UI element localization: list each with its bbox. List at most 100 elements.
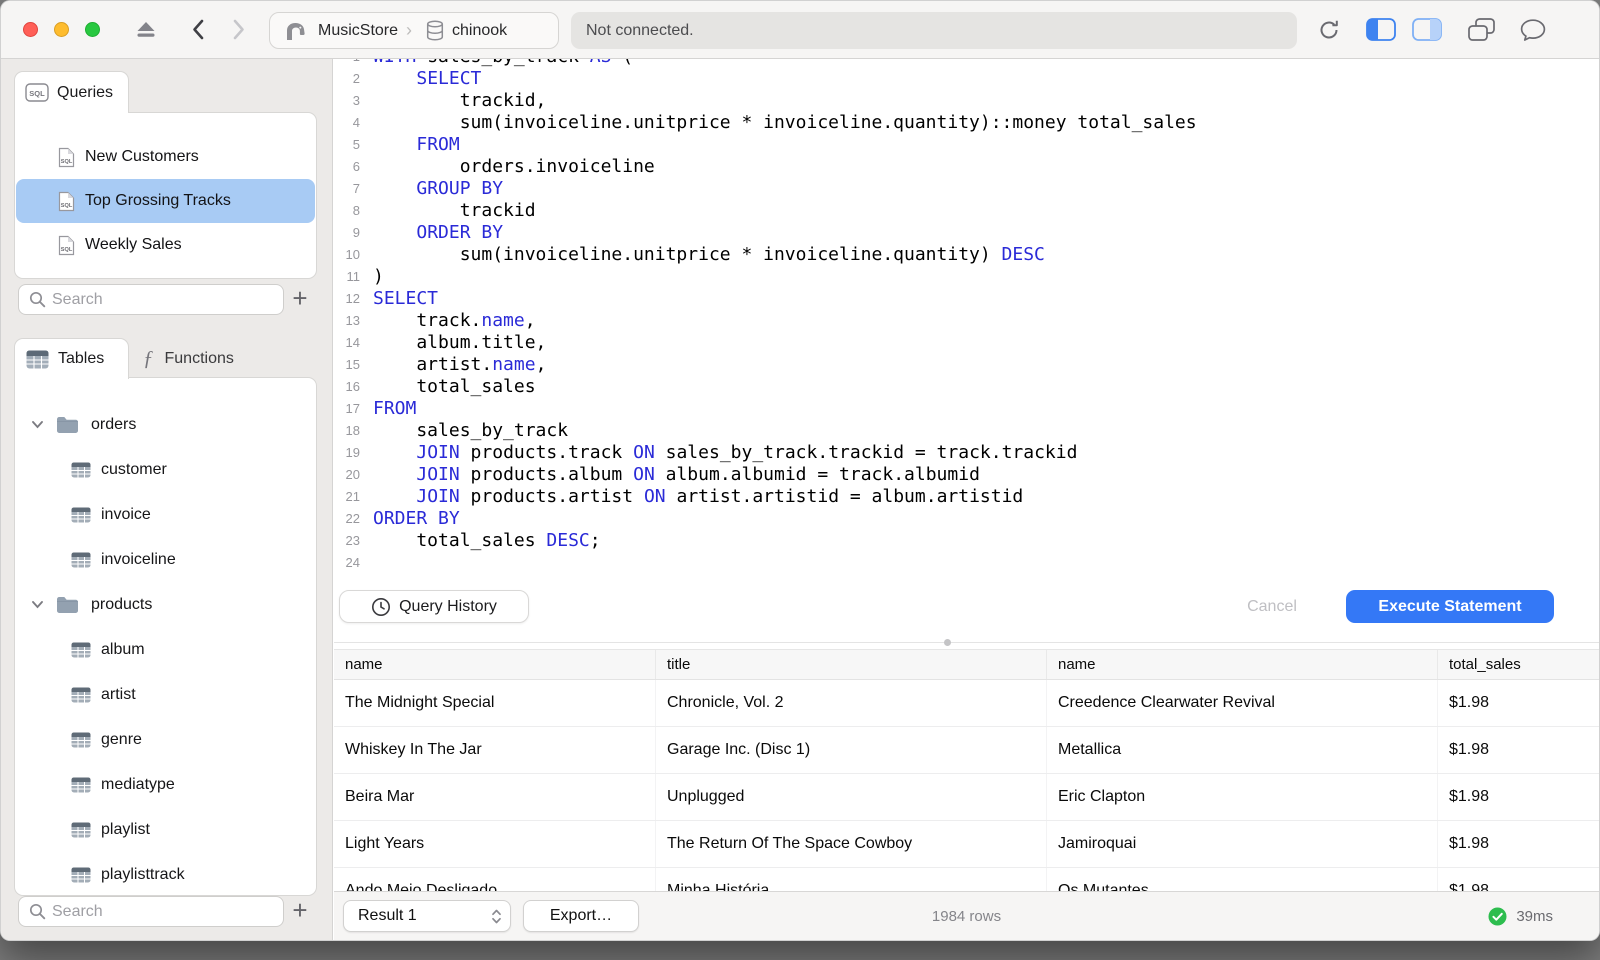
table-row[interactable]: The Midnight Special Chronicle, Vol. 2 Cre…: [334, 680, 1599, 727]
code-line: 23 total_sales DESC;: [334, 530, 1599, 552]
close-button[interactable]: [23, 22, 38, 37]
table-row[interactable]: Ando Meio Desligado Minha História Os Muta…: [334, 868, 1599, 891]
tree-item-label: invoice: [101, 505, 151, 523]
table-item-mediatype[interactable]: mediatype: [15, 762, 316, 807]
tab-functions[interactable]: ƒ Functions: [133, 338, 283, 379]
line-number: 23: [345, 533, 360, 548]
breadcrumb: MusicStore › chinook: [269, 12, 559, 49]
status-bar: 1984 rows Result 1 Export… 39ms: [334, 891, 1599, 940]
table-item-genre[interactable]: genre: [15, 717, 316, 762]
table-row[interactable]: Whiskey In The Jar Garage Inc. (Disc 1) Me…: [334, 727, 1599, 774]
sql-editor[interactable]: 1WITH sales_by_track AS (2 SELECT3 track…: [334, 59, 1599, 581]
add-table-button[interactable]: +: [285, 896, 315, 927]
results-column-header[interactable]: name: [334, 650, 656, 679]
forward-button[interactable]: [226, 1, 252, 58]
table-item-album[interactable]: album: [15, 627, 316, 672]
splitter: [334, 642, 1599, 643]
results-column-header[interactable]: title: [656, 650, 1047, 679]
code-text: SELECT: [416, 68, 482, 89]
table-item-playlist[interactable]: playlist: [15, 807, 316, 852]
table-row[interactable]: Beira Mar Unplugged Eric Clapton $1.98: [334, 774, 1599, 821]
cancel-button[interactable]: Cancel: [1222, 590, 1322, 623]
code-line: 8 trackid: [334, 200, 1599, 222]
back-button[interactable]: [185, 1, 211, 58]
code-text: FROM: [373, 398, 417, 419]
add-query-button[interactable]: +: [285, 284, 315, 315]
code-line: 10 sum(invoiceline.unitprice * invoiceli…: [334, 244, 1599, 266]
code-line: 20 JOIN products.album ON album.albumid …: [334, 464, 1599, 486]
table-cell: $1.98: [1449, 694, 1490, 711]
result-selector[interactable]: Result 1: [343, 900, 511, 932]
code-line: 21 JOIN products.artist ON artist.artist…: [334, 486, 1599, 508]
refresh-icon[interactable]: [1315, 1, 1343, 58]
code-line: 19 JOIN products.track ON sales_by_track…: [334, 442, 1599, 464]
table-cell: Beira Mar: [334, 774, 656, 820]
query-history-button[interactable]: Query History: [339, 590, 529, 623]
code-line: 14 album.title,: [334, 332, 1599, 354]
line-number: 7: [352, 181, 360, 196]
line-number: 21: [345, 489, 360, 504]
titlebar: MusicStore › chinook Not connected.: [1, 1, 1599, 59]
table-item-customer[interactable]: customer: [15, 447, 316, 492]
breadcrumb-database[interactable]: chinook: [412, 13, 515, 48]
table-cell: Minha História: [656, 868, 1047, 891]
export-button[interactable]: Export…: [523, 900, 639, 932]
tab-tables[interactable]: Tables: [14, 338, 129, 379]
windows-icon[interactable]: [1465, 1, 1497, 58]
tables-search-input[interactable]: [52, 897, 276, 926]
results-column-header[interactable]: name: [1047, 650, 1438, 679]
tree-item-label: mediatype: [101, 775, 175, 793]
table-icon: [71, 552, 91, 568]
code-line: 1WITH sales_by_track AS (: [334, 59, 1599, 68]
tab-queries-label: Queries: [57, 83, 114, 101]
queries-list: SQL New Customers SQL Top Grossing Tracks SQ…: [14, 112, 317, 279]
chevron-down-icon[interactable]: [31, 420, 44, 429]
line-number: 15: [345, 357, 360, 372]
table-item-invoice[interactable]: invoice: [15, 492, 316, 537]
code-lines: 1WITH sales_by_track AS (2 SELECT3 track…: [334, 59, 1599, 574]
table-row[interactable]: Light Years The Return Of The Space Cowbo…: [334, 821, 1599, 868]
table-item-artist[interactable]: artist: [15, 672, 316, 717]
table-cell: Ando Meio Desligado: [334, 868, 656, 891]
query-list-item[interactable]: SQL Weekly Sales: [16, 223, 315, 267]
result-selector-label: Result 1: [358, 907, 417, 924]
table-item-playlisttrack[interactable]: playlisttrack: [15, 852, 316, 895]
query-list-item-label: Weekly Sales: [85, 236, 182, 253]
zoom-button[interactable]: [85, 22, 100, 37]
svg-text:SQL: SQL: [61, 203, 73, 209]
breadcrumb-server[interactable]: MusicStore: [270, 13, 406, 48]
queries-search-input[interactable]: [52, 285, 276, 314]
code-line: 16 total_sales: [334, 376, 1599, 398]
tree-item-label: playlist: [101, 820, 150, 838]
execute-statement-button[interactable]: Execute Statement: [1346, 590, 1554, 623]
main-pane: 1WITH sales_by_track AS (2 SELECT3 track…: [334, 59, 1599, 940]
query-list-item[interactable]: SQL New Customers: [16, 135, 315, 179]
toggle-left-sidebar-icon[interactable]: [1365, 1, 1397, 58]
chevron-down-icon[interactable]: [31, 600, 44, 609]
code-text: album.title,: [373, 332, 547, 353]
results-column-header[interactable]: total_sales: [1438, 650, 1599, 679]
chat-bubble-icon[interactable]: [1517, 1, 1549, 58]
table-icon: [71, 687, 91, 703]
table-cell: Creedence Clearwater Revival: [1047, 680, 1438, 726]
search-icon: [29, 903, 46, 920]
code-text: JOIN products.album ON album.albumid = t…: [416, 464, 980, 485]
line-number: 2: [352, 71, 360, 86]
table-item-invoiceline[interactable]: invoiceline: [15, 537, 316, 582]
line-number: 13: [345, 313, 360, 328]
toggle-right-panel-icon[interactable]: [1411, 1, 1443, 58]
code-text: SELECT: [373, 288, 439, 309]
minimize-button[interactable]: [54, 22, 69, 37]
code-text: sum(invoiceline.unitprice * invoiceline.…: [373, 244, 1045, 265]
tab-queries[interactable]: SQL Queries: [14, 71, 129, 113]
tables-search: [18, 896, 284, 927]
code-line: 9 ORDER BY: [334, 222, 1599, 244]
table-cell: The Return Of The Space Cowboy: [656, 821, 1047, 867]
code-line: 15 artist.name,: [334, 354, 1599, 376]
query-list-item[interactable]: SQL Top Grossing Tracks: [16, 179, 315, 223]
splitter-handle[interactable]: [944, 639, 951, 646]
schema-item-orders[interactable]: orders: [15, 402, 316, 447]
eject-icon[interactable]: [133, 1, 159, 58]
schema-item-products[interactable]: products: [15, 582, 316, 627]
